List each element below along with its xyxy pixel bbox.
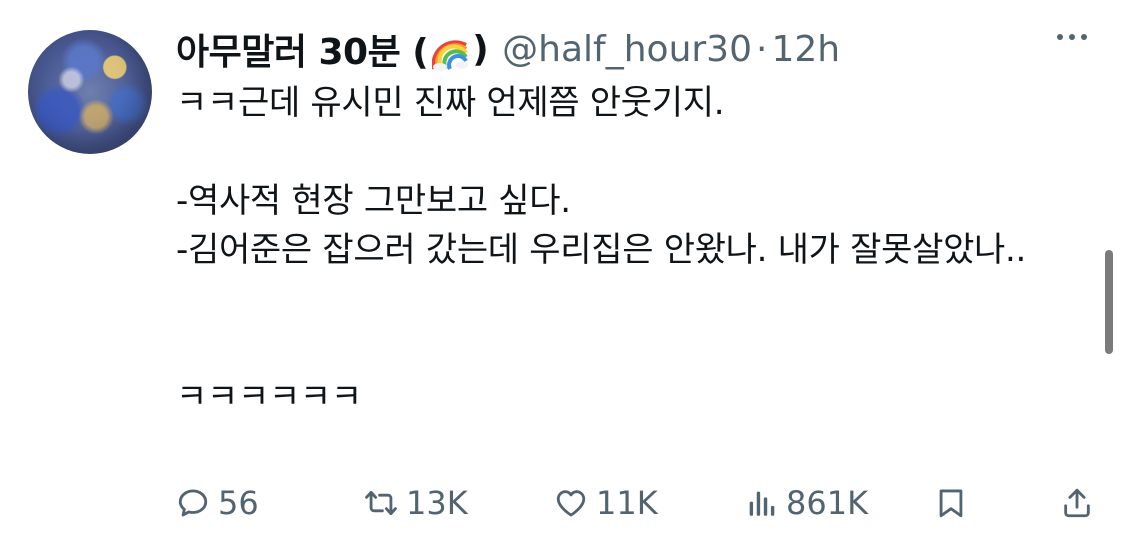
reply-icon	[178, 489, 208, 517]
author-name[interactable]: 아무말러 30분 (	[176, 23, 429, 75]
reply-button[interactable]: 56	[176, 477, 259, 529]
views-button[interactable]: 861K	[744, 477, 868, 529]
reply-count: 56	[218, 484, 259, 522]
author-handle[interactable]: @half_hour30	[502, 29, 752, 70]
like-button[interactable]: 11K	[554, 477, 658, 529]
view-count: 861K	[786, 484, 869, 522]
scrollbar[interactable]	[1105, 250, 1113, 354]
retweet-count: 13K	[406, 484, 468, 522]
author-name-close: )	[472, 28, 489, 70]
like-count: 11K	[596, 484, 658, 522]
tweet-text: ㅋㅋ근데 유시민 진짜 언제쯤 안웃기지. -역사적 현장 그만보고 싶다. -…	[176, 83, 1027, 417]
tweet-header: 아무말러 30분 ( ) @half_hour30 · 12h	[176, 22, 840, 76]
more-icon[interactable]	[1057, 34, 1087, 40]
separator-dot: ·	[756, 28, 768, 70]
bookmark-button[interactable]	[934, 477, 976, 529]
tweet-timestamp[interactable]: 12h	[771, 29, 840, 70]
retweet-icon	[365, 490, 397, 516]
like-icon	[556, 490, 586, 517]
rainbow-emoji-icon	[431, 37, 469, 73]
tweet-actions: 56 13K 11K 861K	[176, 477, 1096, 529]
bookmark-icon	[939, 489, 963, 518]
views-icon	[749, 491, 775, 516]
share-button[interactable]	[1060, 477, 1102, 529]
share-icon	[1064, 488, 1090, 518]
retweet-button[interactable]: 13K	[364, 477, 468, 529]
avatar[interactable]	[28, 30, 152, 154]
